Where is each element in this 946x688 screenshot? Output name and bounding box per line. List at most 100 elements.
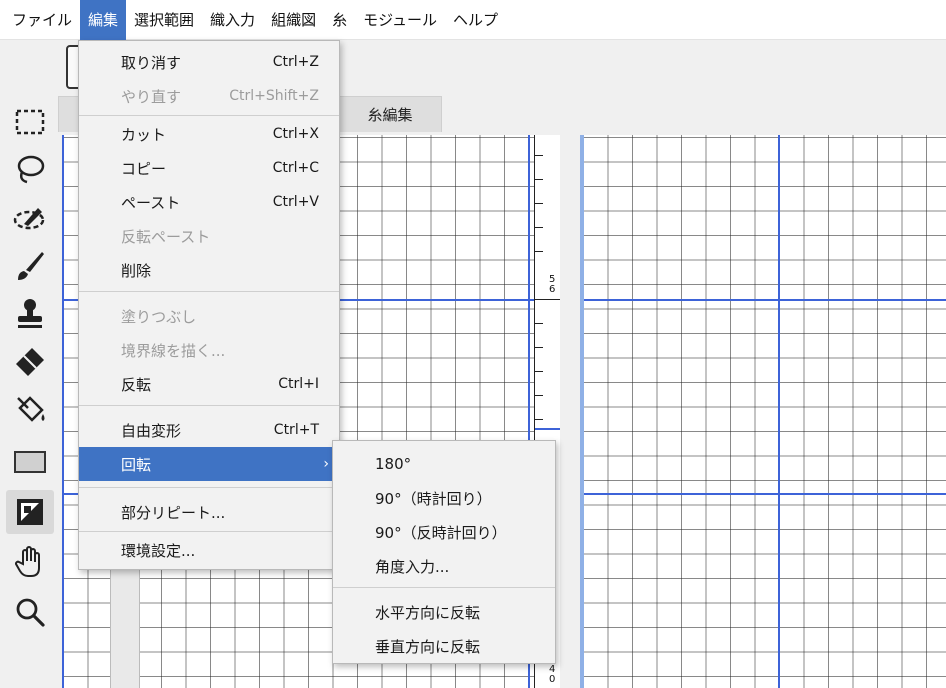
menu-item-draw-border[interactable]: 境界線を描く... xyxy=(79,333,339,367)
submenu-item-rotate-180[interactable]: 180° xyxy=(333,447,555,481)
fill-bucket-icon xyxy=(17,396,45,422)
ruler-tick xyxy=(535,371,543,372)
menu-item-shortcut: Ctrl+C xyxy=(272,160,319,176)
menu-item-label: 90°（反時計回り） xyxy=(375,523,507,542)
ruler-tick xyxy=(535,179,543,180)
eraser-icon xyxy=(16,348,44,376)
menu-item-undo[interactable]: 取り消す Ctrl+Z xyxy=(79,45,339,79)
menu-item-label: ペースト xyxy=(121,193,181,212)
submenu-item-flip-horizontal[interactable]: 水平方向に反転 xyxy=(333,595,555,629)
grid-guide-line xyxy=(584,493,946,495)
menu-item-label: 垂直方向に反転 xyxy=(375,637,481,656)
ruler-tick xyxy=(535,155,543,156)
invert-tool[interactable] xyxy=(6,490,54,534)
menu-item-delete[interactable]: 削除 xyxy=(79,253,339,287)
rectangle-tool[interactable] xyxy=(6,440,54,484)
chevron-right-icon: › xyxy=(323,456,329,472)
stamp-icon xyxy=(18,299,42,328)
grid-guide-line xyxy=(62,135,64,688)
menu-item-shortcut: Ctrl+Z xyxy=(272,54,319,70)
menu-item-label: 反転ペースト xyxy=(121,227,211,246)
rotate-submenu: 180° 90°（時計回り） 90°（反時計回り） 角度入力... 水平方向に反… xyxy=(332,440,556,664)
menu-item-label: カット xyxy=(121,125,167,144)
ruler-tick xyxy=(535,323,543,324)
weave-canvas-right[interactable] xyxy=(580,135,946,688)
menu-item-label: やり直す xyxy=(121,87,182,106)
eraser-tool[interactable] xyxy=(6,340,54,384)
eye-dropper-tool[interactable] xyxy=(6,196,54,240)
grid-guide-line xyxy=(778,135,780,688)
brush-tool[interactable] xyxy=(6,244,54,288)
menu-item-free-transform[interactable]: 自由変形 Ctrl+T xyxy=(79,413,339,447)
menu-item-label: 水平方向に反転 xyxy=(375,603,481,622)
ruler-label: 0 xyxy=(549,674,556,685)
invert-icon xyxy=(17,499,43,525)
ruler-label: 6 xyxy=(549,284,556,295)
menu-separator xyxy=(79,531,339,532)
fill-bucket-tool[interactable] xyxy=(6,388,54,432)
eye-dropper-icon xyxy=(13,208,45,230)
menu-separator xyxy=(79,487,339,488)
menu-item-label: 取り消す xyxy=(121,53,182,72)
tab-thread-edit[interactable]: 糸編集 xyxy=(338,96,442,132)
menu-item-shortcut: Ctrl+V xyxy=(272,194,319,210)
menu-item-shortcut: Ctrl+Shift+Z xyxy=(229,88,319,104)
menu-item-reverse-paste[interactable]: 反転ペースト xyxy=(79,219,339,253)
menu-thread[interactable]: 糸 xyxy=(324,0,355,40)
menu-item-shortcut: Ctrl+T xyxy=(273,422,319,438)
menu-item-label: 塗りつぶし xyxy=(121,307,197,326)
zoom-tool[interactable] xyxy=(6,590,54,634)
ruler-tick xyxy=(535,203,543,204)
ruler-tick xyxy=(535,347,543,348)
stamp-tool[interactable] xyxy=(6,292,54,336)
submenu-item-rotate-90-ccw[interactable]: 90°（反時計回り） xyxy=(333,515,555,549)
menu-item-label: 削除 xyxy=(121,261,152,280)
menu-item-shortcut: Ctrl+I xyxy=(278,376,319,392)
menu-item-preferences[interactable]: 環境設定... xyxy=(79,533,339,567)
brush-icon xyxy=(18,252,44,280)
menu-file[interactable]: ファイル xyxy=(4,0,80,40)
menu-weave-input[interactable]: 織入力 xyxy=(202,0,263,40)
menu-item-label: 回転 xyxy=(121,455,152,474)
menu-item-cut[interactable]: カット Ctrl+X xyxy=(79,117,339,151)
menu-item-label: コピー xyxy=(121,159,167,178)
menu-item-paste[interactable]: ペースト Ctrl+V xyxy=(79,185,339,219)
menu-help[interactable]: ヘルプ xyxy=(445,0,506,40)
menu-item-redo[interactable]: やり直す Ctrl+Shift+Z xyxy=(79,79,339,113)
menu-item-invert[interactable]: 反転 Ctrl+I xyxy=(79,367,339,401)
menu-item-label: 自由変形 xyxy=(121,421,182,440)
ruler-tick xyxy=(535,419,543,420)
zoom-icon xyxy=(16,598,45,627)
menu-edit[interactable]: 編集 xyxy=(80,0,127,40)
rect-select-icon xyxy=(15,109,45,135)
menu-item-label: 環境設定... xyxy=(121,541,196,560)
hand-tool[interactable] xyxy=(6,540,54,584)
ruler-tick xyxy=(535,227,543,228)
menu-item-label: 角度入力... xyxy=(375,557,450,576)
menu-separator xyxy=(79,291,339,292)
menu-item-rotate[interactable]: 回転 › xyxy=(79,447,339,481)
lasso-icon xyxy=(17,155,45,184)
lasso-tool[interactable] xyxy=(6,148,54,192)
rectangle-icon xyxy=(14,451,46,473)
submenu-item-angle-input[interactable]: 角度入力... xyxy=(333,549,555,583)
menu-item-copy[interactable]: コピー Ctrl+C xyxy=(79,151,339,185)
ruler-tick xyxy=(535,299,561,300)
rect-select-tool[interactable] xyxy=(6,100,54,144)
grid-guide-line xyxy=(584,299,946,301)
menu-item-label: 反転 xyxy=(121,375,152,394)
canvas-gap xyxy=(560,135,580,688)
tool-palette xyxy=(0,40,62,688)
submenu-item-rotate-90-cw[interactable]: 90°（時計回り） xyxy=(333,481,555,515)
ruler-tick xyxy=(535,395,543,396)
menu-selection[interactable]: 選択範囲 xyxy=(126,0,202,40)
menu-module[interactable]: モジュール xyxy=(355,0,445,40)
submenu-item-flip-vertical[interactable]: 垂直方向に反転 xyxy=(333,629,555,663)
menu-weave-diagram[interactable]: 組織図 xyxy=(263,0,324,40)
menu-item-fill[interactable]: 塗りつぶし xyxy=(79,299,339,333)
menu-item-shortcut: Ctrl+X xyxy=(272,126,319,142)
ruler-guide xyxy=(535,428,561,430)
menu-item-label: 90°（時計回り） xyxy=(375,489,492,508)
menu-item-label: 180° xyxy=(375,455,412,473)
menu-item-partial-repeat[interactable]: 部分リピート... xyxy=(79,495,339,529)
